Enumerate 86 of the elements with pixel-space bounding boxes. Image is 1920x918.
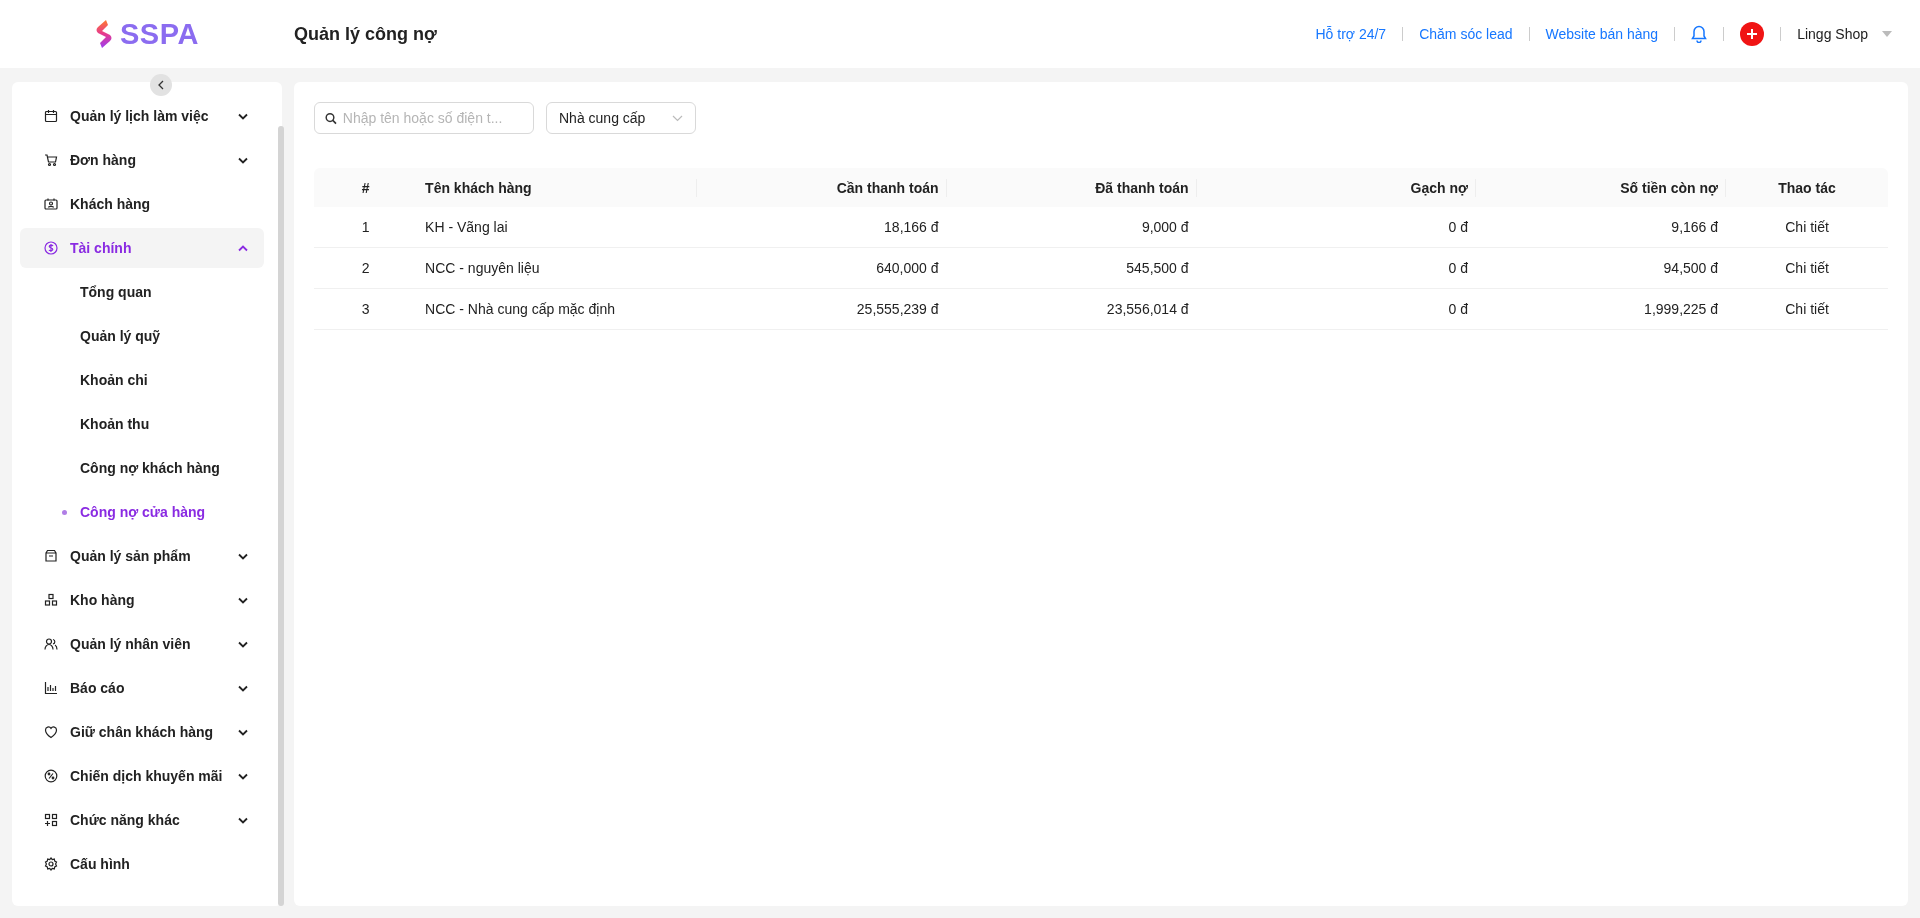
chevron-icon — [238, 156, 248, 164]
heart-icon — [44, 725, 58, 739]
header-link[interactable]: Chăm sóc lead — [1419, 26, 1513, 42]
sidebar-item[interactable]: Báo cáo — [20, 668, 264, 708]
account-menu[interactable]: Lingg Shop — [1797, 26, 1892, 42]
chevron-left-icon — [157, 80, 165, 90]
sidebar-item[interactable]: Quản lý lịch làm việc — [20, 96, 264, 136]
column-header: # — [361, 179, 370, 196]
table-cell: 0 đ — [1448, 260, 1469, 276]
settings-icon — [44, 857, 58, 871]
chevron-icon — [238, 112, 248, 120]
chevron-icon — [238, 244, 248, 252]
plus-icon — [1746, 28, 1759, 40]
chevron-icon — [238, 552, 248, 560]
table-cell: NCC - nguyên liệu — [425, 260, 540, 276]
table-cell: 18,166 đ — [884, 219, 939, 235]
chevron-icon — [238, 596, 248, 604]
table-cell: KH - Vãng lai — [425, 219, 508, 235]
sidebar-item[interactable]: Khách hàng — [20, 184, 264, 224]
chevron-icon — [238, 640, 248, 648]
details-link[interactable]: Chi tiết — [1785, 260, 1829, 276]
logo-icon — [94, 19, 114, 49]
percent-badge-icon — [44, 769, 58, 783]
column-header: Cần thanh toán — [836, 179, 939, 196]
sidebar-item[interactable]: Giữ chân khách hàng — [20, 712, 264, 752]
column-header: Thao tác — [1778, 179, 1836, 196]
search-icon — [325, 111, 337, 125]
table-cell: 9,166 đ — [1671, 219, 1719, 235]
sidebar-item[interactable]: Quản lý nhân viên — [20, 624, 264, 664]
dollar-circle-icon — [44, 241, 58, 255]
add-button[interactable] — [1740, 22, 1765, 46]
box-icon — [44, 549, 58, 563]
details-link[interactable]: Chi tiết — [1785, 301, 1829, 317]
chevron-icon — [238, 728, 248, 736]
logo-text: SSPA — [120, 17, 199, 51]
boxes-icon — [44, 593, 58, 607]
sidebar-item[interactable]: Kho hàng — [20, 580, 264, 620]
column-header: Gạch nợ — [1410, 179, 1469, 196]
table-cell: 94,500 đ — [1663, 260, 1719, 276]
grid-plus-icon — [44, 813, 58, 827]
table-cell: 1,999,225 đ — [1644, 301, 1719, 317]
sidebar-item[interactable]: Đơn hàng — [20, 140, 264, 180]
sidebar-item[interactable]: Quản lý sản phẩm — [20, 536, 264, 576]
collapse-button[interactable] — [150, 74, 172, 96]
table-cell: 3 — [361, 301, 370, 317]
chevron-icon — [238, 816, 248, 824]
page-title: Quản lý công nợ — [294, 23, 438, 45]
people-icon — [44, 637, 58, 651]
details-link[interactable]: Chi tiết — [1785, 219, 1829, 235]
chevron-down-icon — [672, 114, 683, 122]
bar-chart-icon — [44, 681, 58, 695]
table-cell: 640,000 đ — [876, 260, 939, 276]
table-cell: 9,000 đ — [1141, 219, 1189, 235]
sidebar-item[interactable]: Cấu hình — [20, 844, 264, 884]
column-header: Đã thanh toán — [1095, 179, 1189, 196]
active-dot-icon — [62, 509, 67, 515]
sidebar-subitem[interactable]: Công nợ cửa hàng — [20, 490, 264, 534]
search-field[interactable]: Nhập tên hoặc số điện t... — [314, 102, 534, 134]
calendar-icon — [44, 109, 58, 123]
table-cell: 0 đ — [1448, 219, 1469, 235]
table-cell: 25,555,239 đ — [856, 301, 939, 317]
header-link[interactable]: Hỗ trợ 24/7 — [1315, 26, 1387, 42]
caret-icon — [1882, 31, 1892, 37]
sidebar-item[interactable]: Chiến dịch khuyến mãi — [20, 756, 264, 796]
notification-icon[interactable] — [1691, 25, 1708, 43]
sidebar-item[interactable]: Tài chính — [20, 228, 264, 268]
sidebar-subitem[interactable]: Khoản chi — [20, 358, 264, 402]
column-header: Số tiền còn nợ — [1620, 179, 1719, 196]
sidebar-subitem[interactable]: Tổng quan — [20, 270, 264, 314]
header-link[interactable]: Website bán hàng — [1545, 26, 1659, 42]
chevron-icon — [238, 684, 248, 692]
column-header: Tên khách hàng — [425, 179, 532, 196]
table-cell: NCC - Nhà cung cấp mặc định — [425, 301, 615, 317]
sidebar-subitem[interactable]: Công nợ khách hàng — [20, 446, 264, 490]
table-cell: 0 đ — [1448, 301, 1469, 317]
table-cell: 23,556,014 đ — [1106, 301, 1189, 317]
chevron-icon — [238, 772, 248, 780]
sidebar-item[interactable]: Chức năng khác — [20, 800, 264, 840]
cart-icon — [44, 153, 58, 167]
supplier-dropdown[interactable]: Nhà cung cấp — [546, 102, 696, 134]
sidebar-subitem[interactable]: Quản lý quỹ — [20, 314, 264, 358]
table-cell: 545,500 đ — [1126, 260, 1189, 276]
id-card-icon — [44, 197, 58, 211]
table-cell: 1 — [361, 219, 370, 235]
table-cell: 2 — [361, 260, 370, 276]
sidebar-subitem[interactable]: Khoản thu — [20, 402, 264, 446]
